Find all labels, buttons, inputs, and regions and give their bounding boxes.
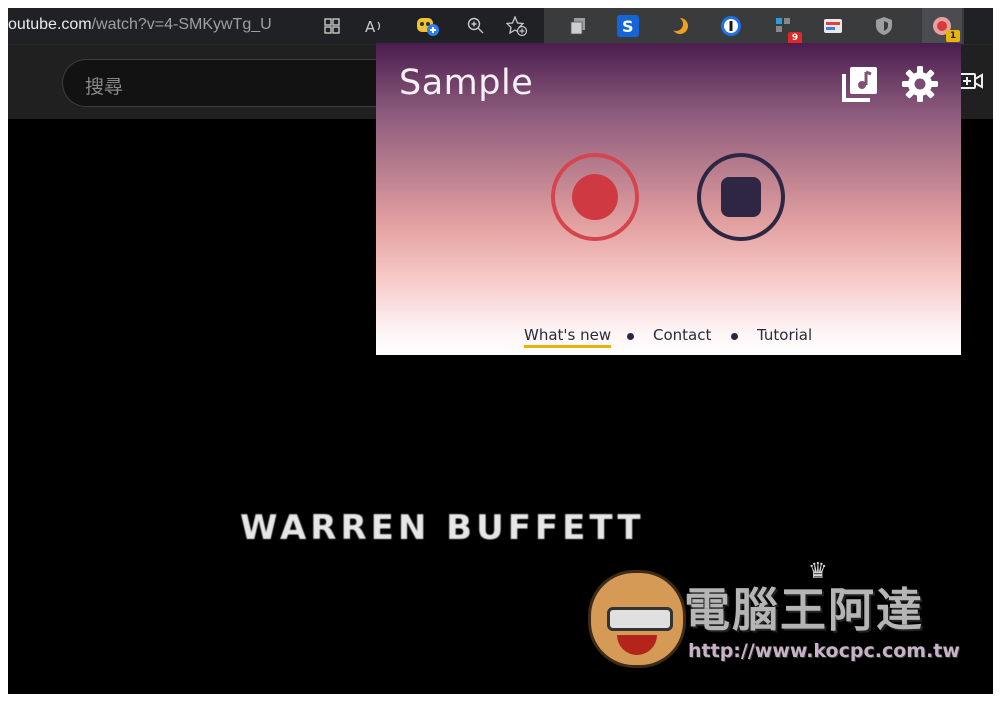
- link-separator: [627, 333, 634, 340]
- ext-recorder-icon[interactable]: 1: [922, 8, 962, 44]
- ext-badge: 1: [946, 30, 960, 42]
- popup-footer-links: What's new Contact Tutorial: [376, 326, 961, 350]
- settings-gear-icon[interactable]: [900, 64, 940, 104]
- watermark-url: http://www.kocpc.com.tw: [688, 640, 960, 662]
- ext-s-icon[interactable]: S: [616, 14, 640, 38]
- record-dot-icon: [572, 174, 618, 220]
- watermark-brand: 電腦王阿達: [684, 583, 924, 637]
- ext-shield-icon[interactable]: [872, 14, 896, 38]
- ext-password-icon[interactable]: [719, 14, 743, 38]
- stop-square-icon: [721, 177, 761, 217]
- create-video-icon[interactable]: [958, 71, 984, 96]
- url-host: outube.com: [8, 16, 92, 33]
- link-tutorial[interactable]: Tutorial: [757, 326, 812, 344]
- mascot-glasses: [607, 607, 673, 631]
- record-button[interactable]: [551, 153, 639, 241]
- watermark-logo: ♛ 電腦王阿達 http://www.kocpc.com.tw: [588, 558, 988, 668]
- link-separator: [731, 333, 738, 340]
- ext-pages-icon[interactable]: [566, 14, 590, 38]
- zoom-in-icon[interactable]: [464, 14, 488, 38]
- mascot-mouth: [617, 635, 657, 655]
- search-input[interactable]: 搜尋: [62, 59, 393, 107]
- stop-button[interactable]: [697, 153, 785, 241]
- mascot-face: [588, 570, 686, 668]
- recorder-popup: Sample What's new Contact Tutorial: [376, 43, 961, 355]
- browser-toolbar: outube.com/watch?v=4-SMKywTg_U A S 9 1: [8, 8, 993, 45]
- url-path: /watch?v=4-SMKywTg_U: [91, 16, 272, 33]
- address-bar[interactable]: outube.com/watch?v=4-SMKywTg_U: [8, 16, 272, 34]
- link-whats-new[interactable]: What's new: [524, 326, 612, 348]
- app-available-icon[interactable]: [320, 14, 344, 38]
- extensions-bar: S 9 1: [544, 8, 964, 44]
- svg-text:A: A: [365, 18, 376, 35]
- link-contact[interactable]: Contact: [653, 326, 711, 344]
- ext-screenshot-icon[interactable]: [821, 14, 845, 38]
- add-favorite-icon[interactable]: [505, 14, 529, 38]
- ext-moon-icon[interactable]: [668, 14, 692, 38]
- search-placeholder: 搜尋: [85, 76, 124, 98]
- read-aloud-icon[interactable]: A: [362, 14, 386, 38]
- ext-list-badge-icon[interactable]: 9: [772, 14, 802, 44]
- collection-add-icon[interactable]: [416, 14, 440, 38]
- recordings-library-icon[interactable]: [840, 64, 880, 104]
- browser-window: outube.com/watch?v=4-SMKywTg_U A S 9 1 搜…: [8, 8, 993, 694]
- svg-text:S: S: [622, 17, 634, 36]
- video-title-card: WARREN BUFFETT: [240, 508, 645, 548]
- popup-title: Sample: [399, 63, 534, 103]
